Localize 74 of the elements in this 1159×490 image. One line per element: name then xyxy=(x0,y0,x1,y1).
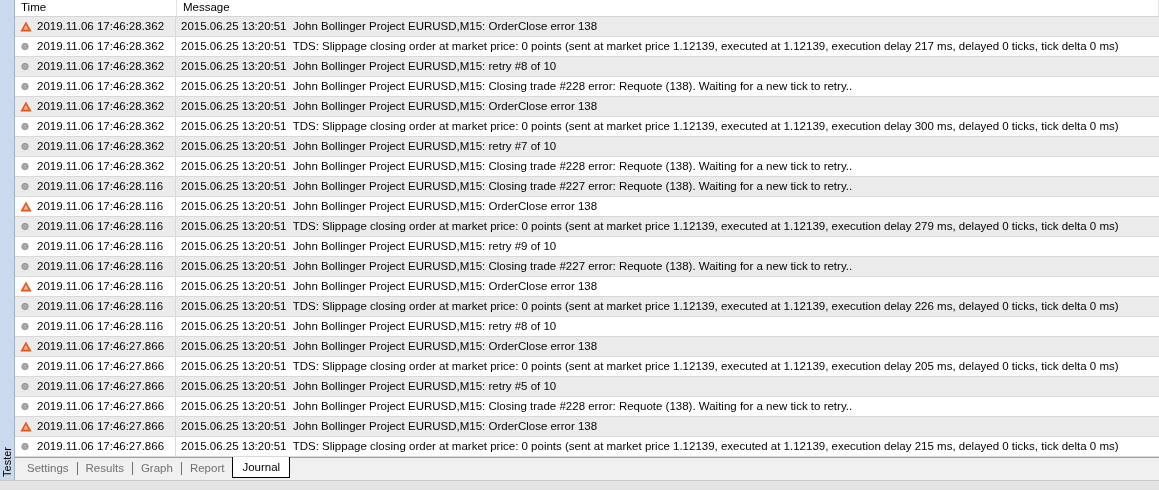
dot-icon xyxy=(20,141,32,152)
dot-icon xyxy=(20,181,32,192)
time-cell: 2019.11.06 17:46:27.866 xyxy=(15,337,176,356)
message-cell-text: 2015.06.25 13:20:51 TDS: Slippage closing order at market price: 0 points (sent at market price 1.12139, executed at 1.12139, execution delay 215 ms, delayed 0 ticks, tick delta 0 ms) xyxy=(180,439,1120,454)
dot-icon xyxy=(20,241,32,252)
message-cell-text: 2015.06.25 13:20:51 John Bollinger Project EURUSD,M15: OrderClose error 138 xyxy=(180,99,599,114)
time-cell: 2019.11.06 17:46:27.866 xyxy=(15,357,176,376)
message-cell-text: 2015.06.25 13:20:51 John Bollinger Project EURUSD,M15: Closing trade #228 error: Requote (138). Waiting for a new tick to retry.. xyxy=(180,399,854,414)
time-cell: 2019.11.06 17:46:27.866 xyxy=(15,437,176,456)
message-cell-text: 2015.06.25 13:20:51 John Bollinger Project EURUSD,M15: retry #8 of 10 xyxy=(180,319,558,334)
dot-icon xyxy=(20,381,32,392)
message-cell-text: 2015.06.25 13:20:51 John Bollinger Project EURUSD,M15: Closing trade #227 error: Requote (138). Waiting for a new tick to retry.. xyxy=(180,179,854,194)
time-cell: 2019.11.06 17:46:28.362 xyxy=(15,137,176,156)
message-cell-text: 2015.06.25 13:20:51 TDS: Slippage closing order at market price: 0 points (sent at market price 1.12139, executed at 1.12139, execution delay 217 ms, delayed 0 ticks, tick delta 0 ms) xyxy=(180,39,1120,54)
time-cell: 2019.11.06 17:46:27.866 xyxy=(15,377,176,396)
dot-icon xyxy=(20,301,32,312)
dot-icon xyxy=(20,41,32,52)
dot-icon xyxy=(20,401,32,412)
message-cell-text: 2015.06.25 13:20:51 John Bollinger Project EURUSD,M15: OrderClose error 138 xyxy=(180,339,599,354)
warning-icon xyxy=(20,341,32,352)
tab[interactable]: Results xyxy=(77,458,132,478)
time-cell: 2019.11.06 17:46:28.362 xyxy=(15,117,176,136)
warning-icon xyxy=(20,421,32,432)
message-cell-text: 2015.06.25 13:20:51 John Bollinger Project EURUSD,M15: retry #7 of 10 xyxy=(180,139,558,154)
time-cell: 2019.11.06 17:46:28.362 xyxy=(15,157,176,176)
time-cell: 2019.11.06 17:46:28.116 xyxy=(15,277,176,296)
time-cell: 2019.11.06 17:46:28.116 xyxy=(15,257,176,276)
time-cell: 2019.11.06 17:46:28.362 xyxy=(15,97,176,116)
message-cell-text: 2015.06.25 13:20:51 John Bollinger Project EURUSD,M15: retry #9 of 10 xyxy=(180,239,558,254)
message-cell-text: 2015.06.25 13:20:51 TDS: Slippage closing order at market price: 0 points (sent at market price 1.12139, executed at 1.12139, execution delay 279 ms, delayed 0 ticks, tick delta 0 ms) xyxy=(180,219,1120,234)
message-cell-text: 2015.06.25 13:20:51 TDS: Slippage closing order at market price: 0 points (sent at market price 1.12139, executed at 1.12139, execution delay 300 ms, delayed 0 ticks, tick delta 0 ms) xyxy=(180,119,1120,134)
column-header[interactable]: Message xyxy=(177,0,1159,16)
tab[interactable]: Report xyxy=(181,458,233,478)
tab[interactable]: Settings xyxy=(19,458,77,478)
time-cell: 2019.11.06 17:46:28.362 xyxy=(15,77,176,96)
dot-icon xyxy=(20,81,32,92)
message-cell-text: 2015.06.25 13:20:51 John Bollinger Project EURUSD,M15: OrderClose error 138 xyxy=(180,19,599,34)
dot-icon xyxy=(20,161,32,172)
time-cell: 2019.11.06 17:46:28.362 xyxy=(15,37,176,56)
time-cell: 2019.11.06 17:46:28.116 xyxy=(15,297,176,316)
dot-icon xyxy=(20,321,32,332)
message-cell-text: 2015.06.25 13:20:51 TDS: Slippage closing order at market price: 0 points (sent at market price 1.12139, executed at 1.12139, execution delay 205 ms, delayed 0 ticks, tick delta 0 ms) xyxy=(180,359,1120,374)
column-header[interactable]: Time xyxy=(15,0,177,16)
time-cell: 2019.11.06 17:46:28.116 xyxy=(15,317,176,336)
time-cell: 2019.11.06 17:46:28.116 xyxy=(15,177,176,196)
dot-icon xyxy=(20,441,32,452)
message-cell-text: 2015.06.25 13:20:51 John Bollinger Project EURUSD,M15: retry #5 of 10 xyxy=(180,379,558,394)
message-cell-text: 2015.06.25 13:20:51 TDS: Slippage closing order at market price: 0 points (sent at market price 1.12139, executed at 1.12139, execution delay 226 ms, delayed 0 ticks, tick delta 0 ms) xyxy=(180,299,1120,314)
warning-icon xyxy=(20,101,32,112)
message-cell-text: 2015.06.25 13:20:51 John Bollinger Project EURUSD,M15: Closing trade #228 error: Requote (138). Waiting for a new tick to retry.. xyxy=(180,79,854,94)
warning-icon xyxy=(20,281,32,292)
dot-icon xyxy=(20,61,32,72)
message-cell-text: 2015.06.25 13:20:51 John Bollinger Project EURUSD,M15: OrderClose error 138 xyxy=(180,279,599,294)
message-cell-text: 2015.06.25 13:20:51 John Bollinger Project EURUSD,M15: retry #8 of 10 xyxy=(180,59,558,74)
message-cell-text: 2015.06.25 13:20:51 John Bollinger Project EURUSD,M15: OrderClose error 138 xyxy=(180,419,599,434)
tab[interactable]: Journal xyxy=(232,457,291,478)
time-cell: 2019.11.06 17:46:28.116 xyxy=(15,237,176,256)
dot-icon xyxy=(20,121,32,132)
time-cell: 2019.11.06 17:46:27.866 xyxy=(15,417,176,436)
message-cell-text: 2015.06.25 13:20:51 John Bollinger Project EURUSD,M15: OrderClose error 138 xyxy=(180,199,599,214)
message-cell-text: 2015.06.25 13:20:51 John Bollinger Project EURUSD,M15: Closing trade #228 error: Requote (138). Waiting for a new tick to retry.. xyxy=(180,159,854,174)
panel-label: Tester xyxy=(1,446,13,479)
dot-icon xyxy=(20,221,32,232)
tab[interactable]: Graph xyxy=(132,458,181,478)
dot-icon xyxy=(20,361,32,372)
time-cell: 2019.11.06 17:46:28.116 xyxy=(15,197,176,216)
time-cell: 2019.11.06 17:46:28.362 xyxy=(15,57,176,76)
message-cell-text: 2015.06.25 13:20:51 John Bollinger Project EURUSD,M15: Closing trade #227 error: Requote (138). Waiting for a new tick to retry.. xyxy=(180,259,854,274)
dot-icon xyxy=(20,261,32,272)
time-cell: 2019.11.06 17:46:28.116 xyxy=(15,217,176,236)
warning-icon xyxy=(20,201,32,212)
time-cell: 2019.11.06 17:46:28.362 xyxy=(15,17,176,36)
time-cell: 2019.11.06 17:46:27.866 xyxy=(15,397,176,416)
warning-icon xyxy=(20,21,32,32)
